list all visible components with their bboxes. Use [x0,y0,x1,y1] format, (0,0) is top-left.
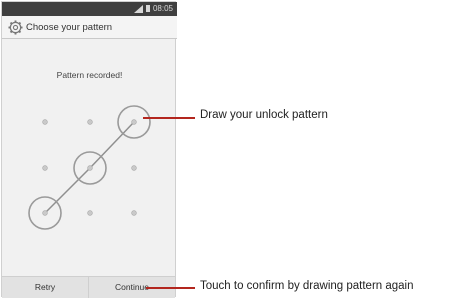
callout-line-confirm [146,287,195,289]
pattern-dot-7[interactable] [28,196,62,230]
pattern-dot-1[interactable] [42,119,48,125]
pattern-dot-3[interactable] [117,105,151,139]
pattern-dot-4[interactable] [42,165,48,171]
pattern-dot-2[interactable] [87,119,93,125]
pattern-dot-5[interactable] [73,151,107,185]
pattern-dot-6[interactable] [131,165,137,171]
phone-screen: 08:05 Choose your pattern Pattern record… [1,1,177,298]
callout-line-draw [143,117,195,119]
pattern-dot-8[interactable] [87,210,93,216]
pattern-dot-9[interactable] [131,210,137,216]
callout-draw-pattern: Draw your unlock pattern [200,109,328,121]
pattern-grid[interactable] [2,2,177,272]
callout-confirm: Touch to confirm by drawing pattern agai… [200,280,414,292]
retry-button[interactable]: Retry [2,277,88,298]
